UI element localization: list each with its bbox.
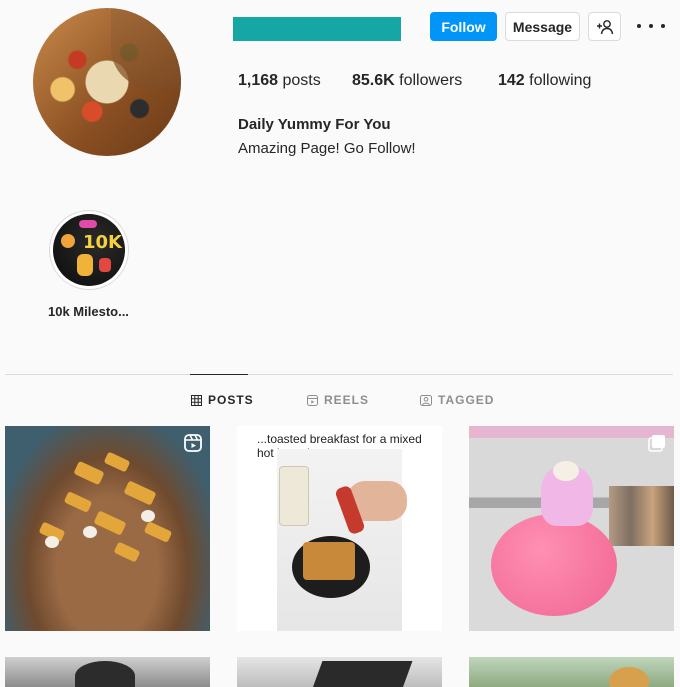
post-thumbnail[interactable] — [5, 426, 210, 631]
post-thumbnail[interactable] — [469, 426, 674, 631]
post-thumbnail[interactable] — [5, 657, 210, 687]
tab-posts[interactable]: POSTS — [191, 393, 254, 407]
suggested-accounts-button[interactable] — [588, 12, 621, 41]
message-button[interactable]: Message — [505, 12, 580, 41]
tab-reels-label: REELS — [324, 393, 370, 407]
carousel-icon — [648, 435, 665, 452]
profile-avatar[interactable] — [33, 8, 181, 156]
follow-button[interactable]: Follow — [430, 12, 497, 41]
more-options-icon[interactable] — [637, 16, 665, 36]
tab-posts-label: POSTS — [208, 393, 254, 407]
highlight-label[interactable]: 10k Milesto... — [48, 304, 129, 319]
bio-name: Daily Yummy For You — [238, 116, 391, 133]
username-redacted — [233, 17, 401, 41]
reels-icon — [307, 394, 318, 406]
post-thumbnail[interactable] — [237, 657, 442, 687]
tab-reels[interactable]: REELS — [307, 393, 369, 407]
add-person-icon — [596, 19, 613, 34]
bio-text: Amazing Page! Go Follow! — [238, 140, 416, 157]
following-count[interactable]: 142 following — [498, 72, 591, 90]
grid-icon — [191, 394, 202, 406]
highlight-cover-text: 10K — [83, 232, 122, 253]
tab-tagged[interactable]: TAGGED — [420, 393, 494, 407]
highlight-cover[interactable]: 10K — [53, 214, 125, 286]
tagged-icon — [420, 394, 432, 406]
active-tab-indicator — [190, 374, 248, 375]
posts-count: 1,168 posts — [238, 72, 321, 89]
post-thumbnail[interactable] — [469, 657, 674, 687]
tabs-divider — [5, 374, 673, 375]
post-thumbnail[interactable]: ...toasted breakfast for a mixed hot bru… — [237, 426, 442, 631]
followers-count[interactable]: 85.6K followers — [352, 72, 462, 90]
reels-icon — [184, 434, 202, 452]
tab-tagged-label: TAGGED — [438, 393, 495, 407]
